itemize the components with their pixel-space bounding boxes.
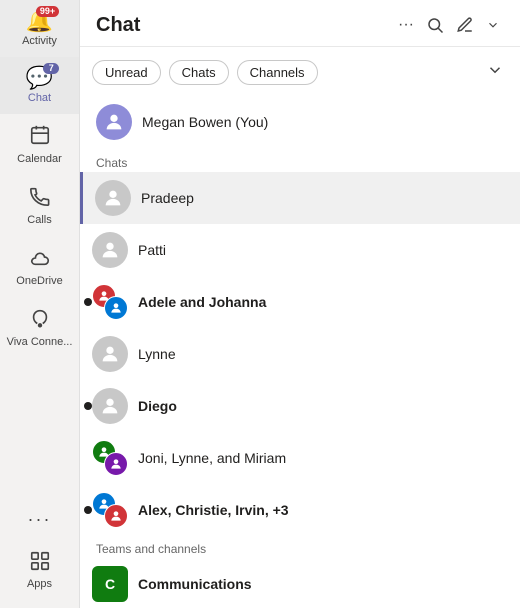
sidebar-item-viva[interactable]: Viva Conne... [0, 297, 79, 358]
filter-unread[interactable]: Unread [92, 60, 161, 85]
sidebar-item-more[interactable]: ··· [0, 499, 79, 540]
sidebar-item-onedrive[interactable]: OneDrive [0, 236, 79, 297]
sidebar-item-apps[interactable]: Apps [0, 540, 79, 600]
sidebar-item-chat[interactable]: 💬 7 Chat [0, 57, 79, 114]
sidebar-label-chat: Chat [28, 92, 51, 104]
main-panel: Chat ··· [80, 0, 520, 608]
compose-button[interactable] [452, 12, 478, 38]
sidebar-label-apps: Apps [27, 578, 52, 590]
filter-bar: Unread Chats Channels [80, 47, 520, 94]
sidebar-item-calls[interactable]: Calls [0, 175, 79, 236]
more-options-button[interactable]: ··· [394, 12, 418, 38]
joni-lynne-miriam-avatar [92, 440, 128, 476]
viva-icon [29, 307, 51, 333]
communications-name: Communications [138, 576, 252, 592]
page-title: Chat [96, 14, 386, 37]
filter-expand-button[interactable] [482, 57, 508, 88]
header: Chat ··· [80, 0, 520, 47]
activity-icon: 🔔 99+ [26, 10, 53, 32]
chat-row-pradeep[interactable]: Pradeep [80, 172, 520, 224]
sidebar-more-section: ··· Apps [0, 499, 79, 600]
communications-avatar: C [92, 566, 128, 602]
chat-row-joni-lynne[interactable]: Joni, Lynne, and Miriam [80, 432, 520, 484]
sidebar-item-activity[interactable]: 🔔 99+ Activity [0, 0, 79, 57]
chat-row-patti[interactable]: Patti [80, 224, 520, 276]
diego-unread-dot [84, 402, 92, 410]
chat-icon: 💬 7 [26, 67, 53, 89]
sidebar-label-activity: Activity [22, 35, 57, 47]
chat-row-adele-johanna[interactable]: Adele and Johanna [80, 276, 520, 328]
chat-row-diego[interactable]: Diego [80, 380, 520, 432]
alex-christie-avatar [92, 492, 128, 528]
lynne-avatar [92, 336, 128, 372]
compose-icon [456, 16, 474, 34]
onedrive-icon [29, 246, 51, 272]
pradeep-avatar [95, 180, 131, 216]
sidebar-label-viva: Viva Conne... [7, 336, 73, 348]
diego-avatar [92, 388, 128, 424]
patti-name: Patti [138, 242, 166, 258]
megan-row[interactable]: Megan Bowen (You) [80, 94, 520, 150]
unread-dot [84, 298, 92, 306]
pradeep-name: Pradeep [141, 190, 194, 206]
megan-avatar [96, 104, 132, 140]
chevron-down-icon [486, 18, 500, 32]
search-button[interactable] [422, 12, 448, 38]
sidebar: 🔔 99+ Activity 💬 7 Chat Calendar [0, 0, 80, 608]
chat-list: Megan Bowen (You) Chats Pradeep Patti [80, 94, 520, 608]
chat-row-lynne[interactable]: Lynne [80, 328, 520, 380]
adele-johanna-avatar [92, 284, 128, 320]
filter-channels[interactable]: Channels [237, 60, 318, 85]
adele-johanna-name: Adele and Johanna [138, 294, 266, 310]
alex-christie-name: Alex, Christie, Irvin, +3 [138, 502, 289, 518]
more-dots-icon: ··· [398, 16, 414, 34]
apps-icon [29, 550, 51, 575]
sidebar-label-onedrive: OneDrive [16, 275, 62, 287]
calls-icon [29, 185, 51, 211]
lynne-name: Lynne [138, 346, 176, 362]
expand-button[interactable] [482, 14, 504, 36]
patti-avatar [92, 232, 128, 268]
header-actions: ··· [394, 12, 504, 38]
sidebar-label-calls: Calls [27, 214, 51, 226]
alex-unread-dot [84, 506, 92, 514]
joni-lynne-miriam-name: Joni, Lynne, and Miriam [138, 450, 286, 466]
megan-name: Megan Bowen (You) [142, 114, 268, 130]
chat-row-alex-christie[interactable]: Alex, Christie, Irvin, +3 [80, 484, 520, 536]
sidebar-label-calendar: Calendar [17, 153, 62, 165]
calendar-icon [29, 124, 51, 150]
diego-name: Diego [138, 398, 177, 414]
more-icon: ··· [28, 509, 52, 530]
chevron-down-icon [486, 61, 504, 79]
sidebar-item-calendar[interactable]: Calendar [0, 114, 79, 175]
filter-chats[interactable]: Chats [169, 60, 229, 85]
activity-badge: 99+ [36, 6, 59, 17]
chat-row-communications[interactable]: C Communications [80, 558, 520, 608]
chat-badge: 7 [43, 63, 59, 74]
teams-section-label: Teams and channels [80, 536, 520, 558]
chats-section-label: Chats [80, 150, 520, 172]
search-icon [426, 16, 444, 34]
